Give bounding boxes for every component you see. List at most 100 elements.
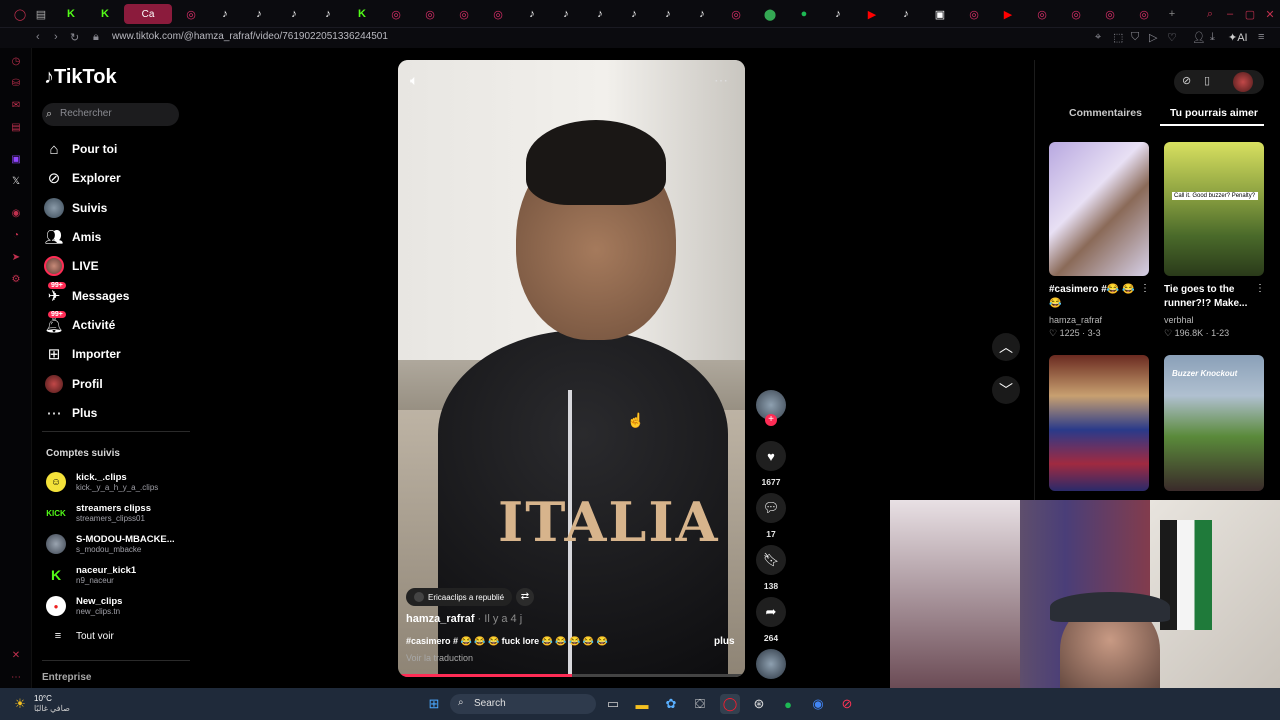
sidebar-bag-icon[interactable]: ⛁: [10, 78, 22, 90]
spotify-icon[interactable]: ●: [778, 694, 798, 714]
tab-workspace-icon[interactable]: ▤: [27, 4, 55, 24]
tab-instagram-icon[interactable]: ◎: [416, 4, 444, 24]
tab-tiktok-icon[interactable]: ♪: [824, 4, 852, 24]
followed-account[interactable]: Knaceur_kick1 n9_naceur: [46, 562, 136, 588]
shield-icon[interactable]: ⛉: [1131, 31, 1139, 44]
comment-button[interactable]: 💬︎ 17: [756, 493, 786, 539]
sidebar-twitch-icon[interactable]: ▣: [10, 154, 22, 166]
download-icon[interactable]: ⤓: [1210, 31, 1215, 44]
follow-plus-icon[interactable]: +: [765, 414, 777, 426]
tab-instagram-icon[interactable]: ◎: [382, 4, 410, 24]
opera-gx-icon[interactable]: ◯: [720, 694, 740, 714]
followed-account[interactable]: KICK streamers clipss streamers_clipss01: [46, 500, 151, 526]
tab-instagram-icon[interactable]: ◎: [1028, 4, 1056, 24]
more-options-icon[interactable]: ⋯: [714, 72, 728, 89]
tab-suggestions[interactable]: Tu pourrais aimer: [1170, 107, 1258, 119]
close-icon[interactable]: ✕: [1256, 4, 1280, 24]
card-more-icon[interactable]: ⋮: [1255, 283, 1265, 294]
url-field[interactable]: www.tiktok.com/@hamza_rafraf/video/76190…: [112, 31, 388, 42]
music-disc-button[interactable]: [756, 649, 786, 679]
nav-item-importer[interactable]: ⊞ Importer: [44, 342, 121, 366]
suggested-video-thumb[interactable]: Buzzer Knockout: [1164, 355, 1264, 491]
sidebar-messenger-icon[interactable]: ✉: [10, 100, 22, 112]
creator-avatar-button[interactable]: +: [756, 390, 786, 426]
back-icon[interactable]: ‹: [36, 31, 40, 43]
repost-icon[interactable]: ⇄: [516, 588, 534, 606]
tab-tiktok-icon[interactable]: ♪: [211, 4, 239, 24]
store-icon[interactable]: ⛋: [690, 694, 710, 714]
followed-account[interactable]: ● New_clips new_clips.tn: [46, 593, 122, 619]
tiktok-logo[interactable]: ♪TikTok: [44, 66, 117, 89]
tab-instagram-icon[interactable]: ◎: [960, 4, 988, 24]
weather-icon[interactable]: ☀: [10, 694, 30, 714]
sidebar-news-icon[interactable]: ▤: [10, 122, 22, 134]
tab-instagram-icon[interactable]: ◎: [450, 4, 478, 24]
tab-tiktok-icon[interactable]: ♪: [518, 4, 546, 24]
nav-item-pour-toi[interactable]: ⌂ Pour toi: [44, 137, 117, 161]
tab-tiktok-icon[interactable]: ♪: [620, 4, 648, 24]
taskbar-search[interactable]: ⌕ Search: [450, 694, 596, 714]
tab-spotify-icon[interactable]: ●: [790, 4, 818, 24]
profile-icon[interactable]: 👤︎: [1192, 31, 1206, 44]
card-more-icon[interactable]: ⋮: [1140, 283, 1150, 294]
sidebar-settings-icon[interactable]: ⚙: [10, 274, 22, 286]
previous-video-button[interactable]: ︿: [992, 333, 1020, 361]
task-view-icon[interactable]: ▭: [603, 694, 623, 714]
share-button[interactable]: ➦ 264: [756, 597, 786, 643]
sidebar-clock-icon[interactable]: ◔: [10, 230, 22, 242]
nav-item-suivis[interactable]: Suivis: [44, 196, 107, 220]
nav-item-plus[interactable]: ⋯ Plus: [44, 401, 98, 425]
snapshot-icon[interactable]: ⬚: [1113, 31, 1123, 44]
nav-item-live[interactable]: LIVE: [44, 254, 99, 278]
file-explorer-icon[interactable]: ▬: [632, 694, 652, 714]
tab-comments[interactable]: Commentaires: [1069, 107, 1142, 119]
tab-kick-icon[interactable]: K: [57, 4, 85, 24]
sidebar-extensions-icon[interactable]: ✕: [10, 650, 22, 662]
tab-instagram-icon[interactable]: ◎: [722, 4, 750, 24]
video-author[interactable]: hamza_rafraf · Il y a 4 j: [406, 613, 522, 625]
video-player[interactable]: ITALIA 🔈︎ ⋯ Ericaaclips a republié ⇄ ham…: [398, 60, 745, 677]
tab-maps-icon[interactable]: ⬤: [756, 4, 784, 24]
nav-item-explorer[interactable]: ⊘ Explorer: [44, 166, 121, 190]
tab-tiktok-icon[interactable]: ♪: [892, 4, 920, 24]
translate-link[interactable]: Voir la traduction: [406, 653, 473, 663]
tab-instagram-icon[interactable]: ◎: [484, 4, 512, 24]
play-icon[interactable]: ▷: [1149, 31, 1157, 44]
chrome-icon[interactable]: ◉: [808, 694, 828, 714]
tab-instagram-icon[interactable]: ◎: [1062, 4, 1090, 24]
tab-kick-icon[interactable]: K: [348, 4, 376, 24]
tab-tiktok-icon[interactable]: ♪: [654, 4, 682, 24]
tab-tiktok-icon[interactable]: ♪: [552, 4, 580, 24]
forward-icon[interactable]: ›: [54, 31, 58, 43]
sidebar-more-icon[interactable]: ⋯: [10, 672, 22, 684]
search-input[interactable]: ⌕ Rechercher: [42, 103, 179, 126]
suggested-video-thumb[interactable]: [1049, 355, 1149, 491]
heart-icon[interactable]: ♡: [1167, 31, 1177, 44]
tab-tiktok-icon[interactable]: ♪: [280, 4, 308, 24]
volume-icon[interactable]: 🔈︎: [410, 72, 418, 89]
github-icon[interactable]: ⊛: [749, 694, 769, 714]
compass-icon[interactable]: ⊘: [1182, 74, 1191, 87]
followed-account[interactable]: S-MODOU-MBACKE... s_modou_mbacke: [46, 531, 175, 557]
tab-instagram-icon[interactable]: ◎: [1130, 4, 1158, 24]
nav-item-profil[interactable]: Profil: [44, 372, 103, 396]
pin-icon[interactable]: ⌖: [1095, 31, 1101, 44]
suggested-video-thumb[interactable]: Call it. Good buzzer? Penalty?: [1164, 142, 1264, 276]
reload-icon[interactable]: ↻: [70, 31, 79, 44]
sidebar-x-icon[interactable]: 𝕏: [10, 176, 22, 188]
see-all-link[interactable]: ≡ Tout voir: [48, 624, 114, 648]
next-video-button[interactable]: ﹀: [992, 376, 1020, 404]
tab-tiktok-icon[interactable]: ♪: [586, 4, 614, 24]
footer-entreprise[interactable]: Entreprise: [42, 672, 91, 683]
avatar[interactable]: [1233, 72, 1253, 92]
repost-chip[interactable]: Ericaaclips a republié: [406, 588, 513, 606]
tab-youtube-icon[interactable]: ▶: [994, 4, 1022, 24]
followed-account[interactable]: ☺ kick._.clips kick._y_a_h_y_a_.clips: [46, 469, 158, 495]
tab-tiktok-icon[interactable]: ♪: [314, 4, 342, 24]
save-button[interactable]: 🔖︎ 138: [756, 545, 786, 591]
nav-item-activite[interactable]: 🔔︎ 99+ Activité: [44, 311, 115, 337]
sidebar-player-icon[interactable]: ◉: [10, 208, 22, 220]
caption-more-button[interactable]: plus: [714, 636, 735, 647]
menu-icon[interactable]: ≡: [1258, 31, 1264, 43]
tab-kick-icon[interactable]: K: [91, 4, 119, 24]
